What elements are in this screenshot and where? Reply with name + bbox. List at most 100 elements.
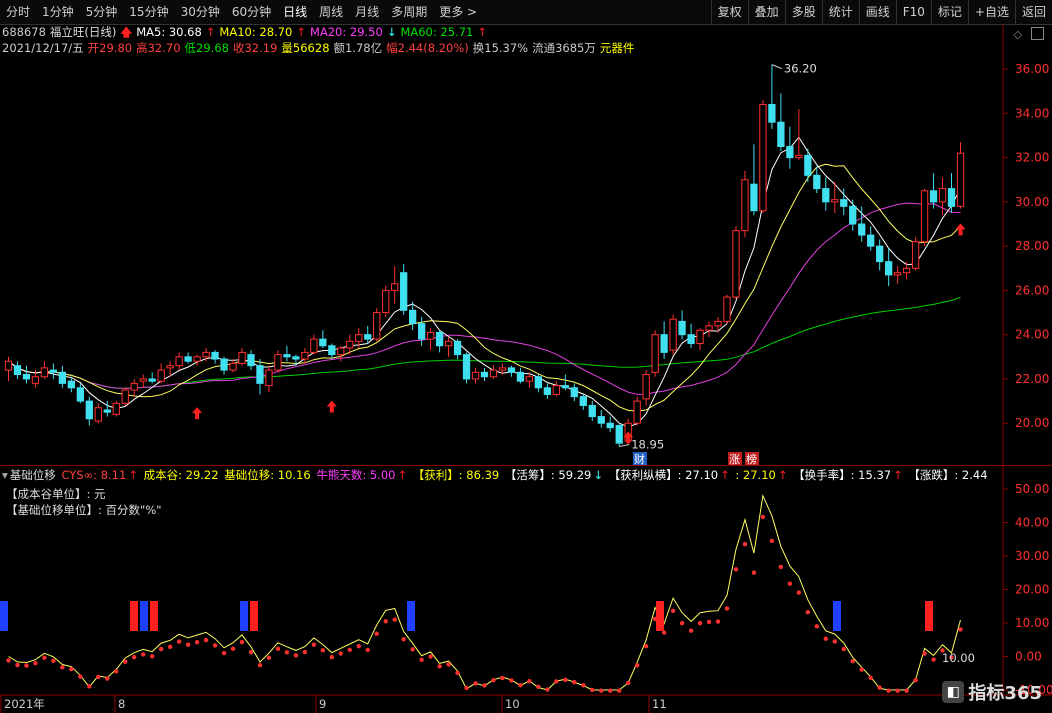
candle-body <box>471 371 480 380</box>
indicator-dot <box>572 680 577 685</box>
candle-body <box>364 334 372 340</box>
indicator-dot <box>545 687 550 692</box>
price-tick-label: 26.00 <box>1015 283 1049 297</box>
indicator-dot <box>643 644 649 649</box>
indicator-dot <box>365 647 370 653</box>
up-arrow-icon: ↑ <box>777 468 788 482</box>
candle-body <box>777 121 785 148</box>
candle-body <box>220 358 228 371</box>
candle-body <box>355 334 363 342</box>
candle-body <box>849 205 857 225</box>
indicator-tick-label: 50.00 <box>1015 482 1049 496</box>
rise-value: 【涨跌】: 2.44 <box>908 468 988 482</box>
indicator-dot <box>329 655 335 660</box>
candle-body <box>660 334 668 353</box>
profit-span-value: 【获利纵横】: 27.10 <box>608 468 719 482</box>
indicator-dot <box>590 687 595 693</box>
indicator-name[interactable]: 基础位移 <box>10 468 56 482</box>
candle-body <box>804 154 812 176</box>
indicator-dot <box>895 688 900 693</box>
indicator-dot <box>617 688 622 693</box>
candle-body <box>696 329 704 345</box>
candle-body <box>94 407 102 422</box>
indicator-dot <box>401 637 406 642</box>
price-tick-label: 32.00 <box>1015 151 1049 165</box>
indicator-dot <box>832 639 837 644</box>
candle-body <box>552 385 560 395</box>
signal-bar <box>240 601 248 631</box>
indicator-dot <box>302 649 308 655</box>
indicator-tick-label: 0.00 <box>1015 650 1042 664</box>
price-tick-label: 36.00 <box>1015 62 1049 76</box>
price-tick-label: 28.00 <box>1015 239 1049 253</box>
signal-bar <box>130 601 138 631</box>
indicator-tick-label: 40.00 <box>1015 516 1049 530</box>
signal-bar <box>150 601 158 631</box>
indicator-dot <box>859 667 864 672</box>
indicator-dot <box>132 655 137 660</box>
price-tick-label: 20.00 <box>1015 416 1049 430</box>
indicator-dot <box>670 608 676 614</box>
candle-body <box>723 296 731 322</box>
indicator-dot <box>212 643 218 648</box>
indicator-dot <box>563 677 568 683</box>
candle-body <box>58 371 67 384</box>
candle-body <box>301 351 309 360</box>
candle-body <box>103 409 111 413</box>
cost-valley-unit-note: 【成本谷单位】: 元 <box>6 487 106 501</box>
indicator-toggle-icon[interactable]: ▾ <box>2 468 8 482</box>
candle-body <box>453 340 462 356</box>
candle-body <box>462 354 471 380</box>
indicator-dot <box>599 688 604 693</box>
candle-body <box>840 199 848 207</box>
candle-body <box>902 267 911 274</box>
candle-body <box>175 356 183 367</box>
indicator-dot <box>446 662 451 667</box>
indicator-dot <box>922 651 927 656</box>
indicator-dot <box>105 676 110 681</box>
indicator-dot <box>751 570 757 575</box>
low-pointer <box>619 443 630 447</box>
candle-body <box>112 402 120 415</box>
candle-body <box>238 351 246 364</box>
candle-body <box>409 309 417 325</box>
indicator-dot <box>51 658 56 663</box>
indicator-dot <box>742 541 748 547</box>
buy-arrow-icon <box>955 223 966 236</box>
candle-body <box>229 362 237 371</box>
candle-body <box>202 351 210 358</box>
candle-body <box>858 223 866 236</box>
candle-body <box>391 283 399 291</box>
up-arrow-icon: ↑ <box>893 468 903 482</box>
candle-body <box>570 387 578 398</box>
candle-body <box>85 400 93 420</box>
candle-body <box>732 230 740 298</box>
indicator-dot <box>841 646 846 652</box>
indicator-dot <box>87 684 92 689</box>
candle-body <box>130 382 138 391</box>
candle-body <box>67 380 76 389</box>
indicator-dot <box>33 660 38 666</box>
signal-bar <box>925 601 933 631</box>
indicator-dot <box>931 657 936 662</box>
candle-body <box>337 347 345 356</box>
candle-body <box>480 371 489 378</box>
candle-body <box>265 369 273 387</box>
candle-body <box>13 365 22 376</box>
candle-body <box>498 367 507 371</box>
candle-body <box>139 378 147 382</box>
candle-body <box>795 154 803 159</box>
indicator-dot <box>248 650 254 655</box>
indicator-dot <box>724 606 730 611</box>
indicator-dot <box>805 609 811 615</box>
indicator-dot <box>877 685 882 690</box>
candle-body <box>247 354 255 367</box>
price-tick-label: 24.00 <box>1015 328 1049 342</box>
candle-body <box>382 289 390 314</box>
watermark-logo-icon: ◧ <box>942 681 965 703</box>
candle-body <box>283 354 291 358</box>
indicator-dot <box>185 642 191 647</box>
ma20-line <box>8 202 961 395</box>
indicator-dot <box>464 685 469 691</box>
indicator-dot <box>392 617 397 622</box>
